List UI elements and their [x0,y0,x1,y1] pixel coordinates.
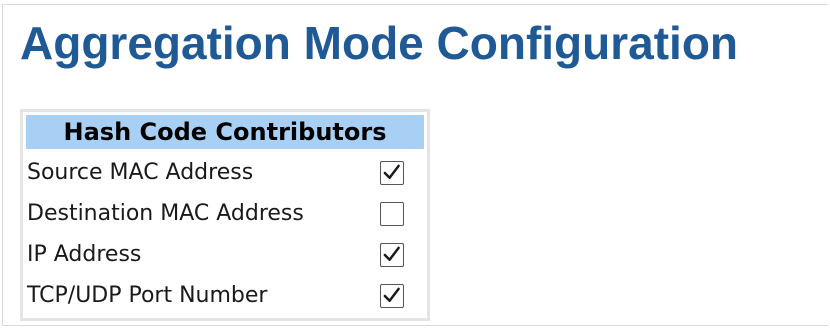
hash-row-source-mac: Source MAC Address [23,152,427,193]
source-mac-checkbox[interactable] [380,161,404,185]
page-title: Aggregation Mode Configuration [20,17,739,69]
hash-row-label: TCP/UDP Port Number [27,283,268,308]
check-mark-icon [383,287,400,302]
hash-row-label: Source MAC Address [27,160,254,185]
destination-mac-checkbox[interactable] [380,202,404,226]
hash-row-label: Destination MAC Address [27,201,304,226]
hash-row-destination-mac: Destination MAC Address [23,193,427,234]
tcp-udp-port-checkbox[interactable] [380,284,404,308]
check-mark-icon [383,246,400,261]
hash-row-label: IP Address [27,242,142,267]
ip-address-checkbox[interactable] [380,243,404,267]
check-mark-icon [383,164,400,179]
hash-code-contributors-header: Hash Code Contributors [26,115,424,149]
hash-row-ip-address: IP Address [23,234,427,275]
hash-code-contributors-table: Hash Code Contributors Source MAC Addres… [20,109,430,321]
hash-row-tcp-udp-port: TCP/UDP Port Number [23,275,427,316]
